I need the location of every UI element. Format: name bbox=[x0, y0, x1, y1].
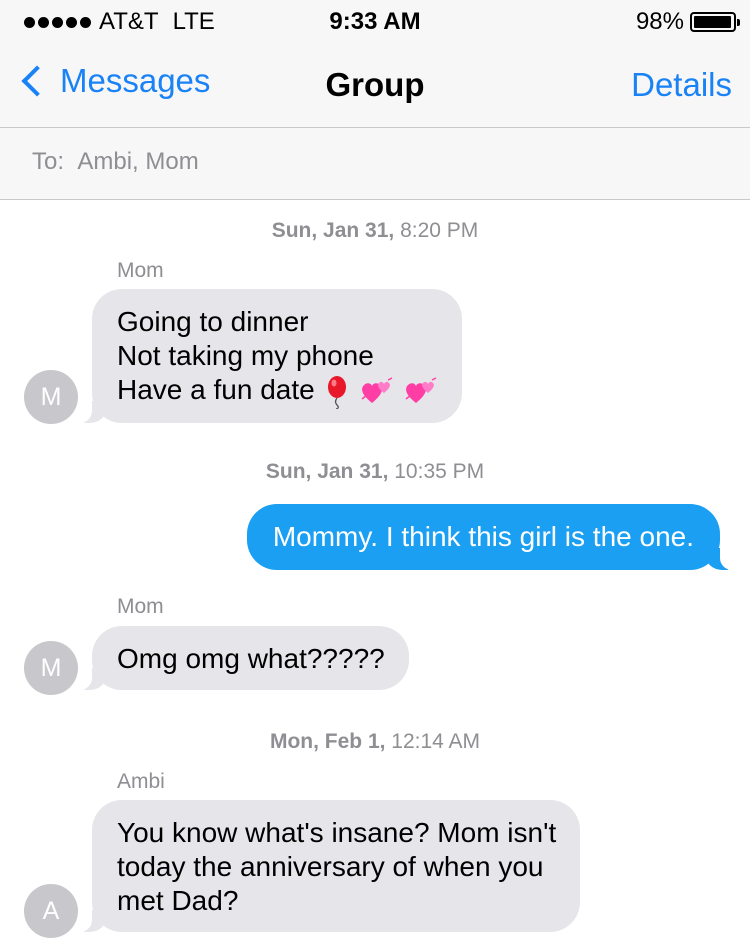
recipients-names: Ambi, Mom bbox=[77, 148, 199, 175]
bubble-tail bbox=[74, 668, 106, 690]
message-line: Going to dinner bbox=[117, 306, 309, 337]
message-line: You know what's insane? Mom isn't bbox=[117, 817, 557, 848]
bubble-tail bbox=[706, 548, 738, 570]
message-line: met Dad? bbox=[117, 885, 239, 916]
message-timestamp: Sun, Jan 31, 8:20 PM bbox=[271, 219, 479, 242]
battery-icon bbox=[690, 12, 740, 32]
incoming-message-bubble[interactable]: Omg omg what????? bbox=[74, 626, 409, 690]
bubble-tail bbox=[74, 910, 106, 932]
sender-name: Ambi bbox=[117, 770, 165, 793]
recipients-label: To: bbox=[32, 148, 65, 175]
message-line: Omg omg what????? bbox=[117, 643, 385, 674]
recipients-bar[interactable]: To: Ambi, Mom bbox=[0, 128, 750, 200]
battery-percent: 98% bbox=[635, 8, 684, 35]
status-bar: AT&T LTE 9:33 AM 98% bbox=[0, 0, 750, 40]
sender-name: Mom bbox=[117, 595, 164, 618]
two-hearts-icon bbox=[361, 376, 393, 403]
bubble-tail bbox=[74, 400, 106, 423]
message-line: today the anniversary of when you bbox=[117, 851, 544, 882]
message-line: Mommy. I think this girl is the one. bbox=[272, 521, 694, 552]
avatar[interactable]: A bbox=[24, 884, 78, 938]
message-timestamp: Sun, Jan 31, 10:35 PM bbox=[265, 460, 485, 483]
avatar[interactable]: M bbox=[24, 370, 78, 424]
incoming-message-bubble[interactable]: Going to dinner Not taking my phone Have… bbox=[74, 289, 463, 423]
status-right: 98% bbox=[635, 8, 740, 36]
navigation-bar: Messages Group Details bbox=[0, 40, 750, 128]
balloon-icon bbox=[328, 375, 347, 409]
outgoing-message-bubble[interactable]: Mommy. I think this girl is the one. bbox=[246, 504, 738, 570]
details-button[interactable]: Details bbox=[631, 66, 732, 104]
message-timestamp: Mon, Feb 1, 12:14 AM bbox=[269, 730, 481, 753]
incoming-message-bubble[interactable]: You know what's insane? Mom isn't today … bbox=[74, 800, 581, 932]
two-hearts-icon bbox=[405, 376, 437, 403]
recipients-text: To: Ambi, Mom bbox=[32, 148, 199, 176]
avatar[interactable]: M bbox=[24, 641, 78, 695]
message-line: Not taking my phone bbox=[117, 340, 374, 371]
message-line: Have a fun date bbox=[117, 373, 438, 409]
sender-name: Mom bbox=[117, 259, 164, 282]
battery-level-fill bbox=[694, 16, 732, 28]
